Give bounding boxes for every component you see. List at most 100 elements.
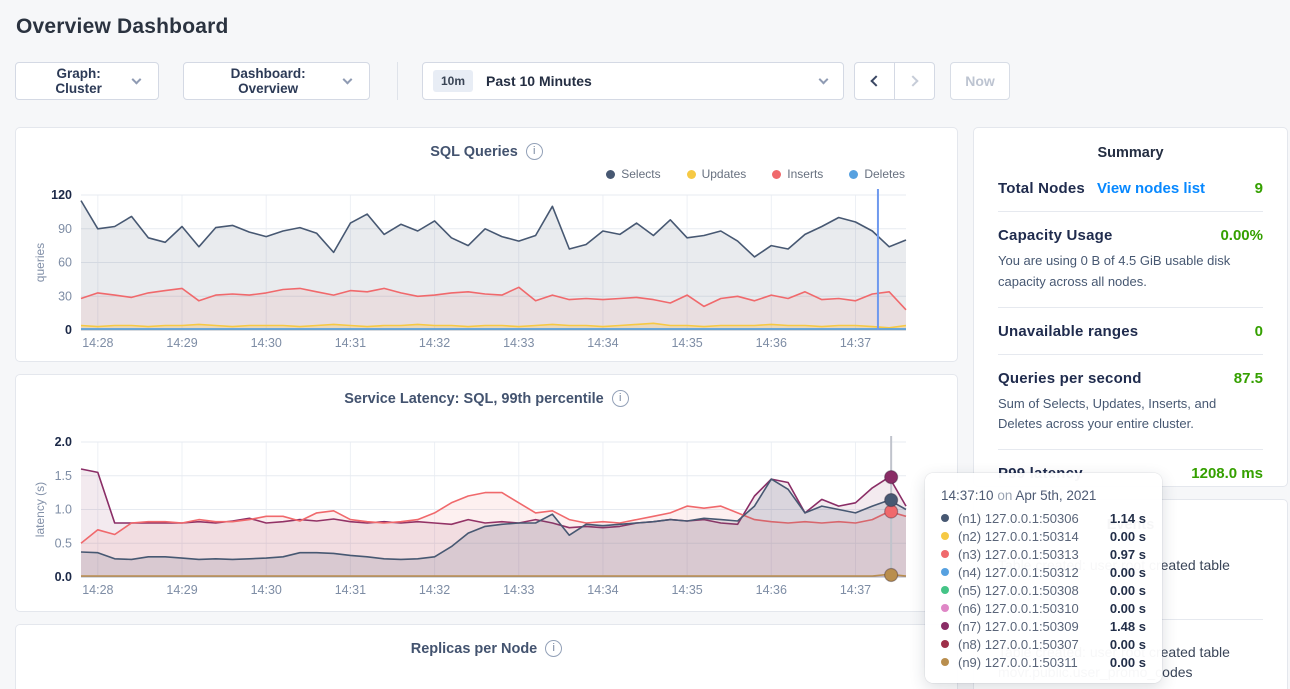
summary-row-subtext: Sum of Selects, Updates, Inserts, and De…: [998, 394, 1263, 436]
svg-text:14:32: 14:32: [419, 336, 450, 350]
tooltip-node-label: (n3) 127.0.0.1:50313: [958, 547, 1079, 562]
info-icon[interactable]: i: [545, 640, 562, 657]
svg-text:14:34: 14:34: [587, 336, 618, 350]
node-color-dot: [941, 568, 949, 576]
dashboard-selector-dropdown[interactable]: Dashboard: Overview: [183, 62, 370, 100]
svg-text:0.5: 0.5: [55, 536, 72, 550]
tooltip-node-row: (n2) 127.0.0.1:503140.00 s: [941, 527, 1146, 545]
tooltip-node-row: (n8) 127.0.0.1:50307 0.00 s: [941, 635, 1146, 653]
tooltip-conjunction: on: [997, 488, 1012, 503]
summary-row-label: Total Nodes: [998, 180, 1085, 197]
tooltip-node-row: (n4) 127.0.0.1:50312 0.00 s: [941, 563, 1146, 581]
info-icon[interactable]: i: [526, 143, 543, 160]
svg-text:14:32: 14:32: [419, 583, 450, 597]
replicas-chart-title: Replicas per Node: [411, 641, 538, 657]
svg-text:0.0: 0.0: [55, 570, 72, 584]
node-color-dot: [941, 586, 949, 594]
tooltip-node-value: 0.97 s: [1110, 547, 1146, 562]
node-color-dot: [941, 658, 949, 666]
summary-row-label: Unavailable ranges: [998, 323, 1138, 340]
tooltip-node-row: (n3) 127.0.0.1:50313 0.97 s: [941, 545, 1146, 563]
service-latency-title-row: Service Latency: SQL, 99th percentilei: [16, 375, 957, 397]
tooltip-node-value: 0.00 s: [1110, 637, 1146, 652]
summary-row-label: Capacity Usage: [998, 227, 1113, 244]
legend-label: Selects: [621, 167, 660, 181]
time-range-picker[interactable]: 10m Past 10 Minutes: [422, 62, 844, 100]
tooltip-node-value: 0.00 s: [1110, 529, 1146, 544]
chevron-down-icon: [819, 74, 829, 84]
legend-item-selects[interactable]: Selects: [606, 167, 660, 181]
svg-text:14:28: 14:28: [82, 583, 113, 597]
tooltip-node-label: (n6) 127.0.0.1:50310: [958, 601, 1079, 616]
svg-text:14:37: 14:37: [840, 583, 871, 597]
summary-rows: Total NodesView nodes list9Capacity Usag…: [998, 171, 1263, 496]
summary-row-value: 0: [1255, 323, 1263, 340]
node-color-dot: [941, 514, 949, 522]
svg-text:14:36: 14:36: [756, 336, 787, 350]
svg-text:14:30: 14:30: [251, 336, 282, 350]
tooltip-header: 14:37:10 on Apr 5th, 2021: [941, 488, 1146, 503]
summary-card: Summary Total NodesView nodes list9Capac…: [973, 127, 1288, 487]
toolbar-divider: [397, 62, 398, 100]
view-nodes-list-link[interactable]: View nodes list: [1097, 180, 1205, 197]
replicas-per-node-card: Replicas per Node i: [15, 624, 958, 689]
tooltip-node-label: (n9) 127.0.0.1:50311: [958, 655, 1078, 670]
tooltip-node-value: 0.00 s: [1110, 565, 1146, 580]
svg-text:14:35: 14:35: [671, 336, 702, 350]
legend-label: Inserts: [787, 167, 823, 181]
tooltip-node-row: (n5) 127.0.0.1:503080.00 s: [941, 581, 1146, 599]
now-button[interactable]: Now: [950, 62, 1010, 100]
legend-dot: [687, 170, 696, 179]
tooltip-node-label: (n8) 127.0.0.1:50307: [958, 637, 1079, 652]
svg-text:latency (s): latency (s): [33, 482, 47, 537]
graph-selector-label: Graph: Cluster: [34, 66, 123, 96]
tooltip-node-value: 1.48 s: [1110, 619, 1146, 634]
sql-queries-chart[interactable]: 14:2814:2914:3014:3114:3214:3314:3414:35…: [16, 183, 959, 361]
legend-item-inserts[interactable]: Inserts: [772, 167, 823, 181]
svg-text:14:33: 14:33: [503, 336, 534, 350]
sql-queries-card: SQL Queriesi SelectsUpdatesInsertsDelete…: [15, 127, 958, 362]
svg-text:0: 0: [65, 323, 72, 337]
service-latency-chart[interactable]: 14:2814:2914:3014:3114:3214:3314:3414:35…: [16, 430, 959, 608]
node-color-dot: [941, 550, 949, 558]
tooltip-node-label: (n1) 127.0.0.1:50306: [958, 511, 1079, 526]
summary-title: Summary: [998, 128, 1263, 171]
svg-text:60: 60: [58, 256, 72, 270]
legend-item-updates[interactable]: Updates: [687, 167, 747, 181]
tooltip-node-label: (n4) 127.0.0.1:50312: [958, 565, 1079, 580]
svg-text:120: 120: [51, 188, 72, 202]
svg-text:14:35: 14:35: [671, 583, 702, 597]
legend-item-deletes[interactable]: Deletes: [849, 167, 905, 181]
chevron-left-icon: [870, 75, 881, 86]
service-latency-chart-title: Service Latency: SQL, 99th percentile: [344, 391, 604, 407]
toolbar: Graph: Cluster Dashboard: Overview 10m P…: [15, 62, 1290, 100]
legend-label: Updates: [702, 167, 747, 181]
summary-row-subtext: You are using 0 B of 4.5 GiB usable disk…: [998, 251, 1263, 293]
time-range-badge: 10m: [433, 70, 473, 92]
time-forward-button[interactable]: [894, 62, 935, 100]
chevron-right-icon: [907, 75, 918, 86]
tooltip-date: Apr 5th, 2021: [1015, 488, 1096, 503]
svg-text:2.0: 2.0: [55, 435, 72, 449]
legend-dot: [772, 170, 781, 179]
tooltip-node-value: 0.00 s: [1110, 601, 1146, 616]
svg-text:14:34: 14:34: [587, 583, 618, 597]
svg-text:14:29: 14:29: [166, 583, 197, 597]
tooltip-time: 14:37:10: [941, 488, 994, 503]
summary-row: Capacity Usage0.00%You are using 0 B of …: [998, 211, 1263, 307]
info-icon[interactable]: i: [612, 390, 629, 407]
tooltip-node-value: 1.14 s: [1110, 511, 1146, 526]
svg-text:14:31: 14:31: [335, 336, 366, 350]
svg-text:14:30: 14:30: [251, 583, 282, 597]
svg-text:1.0: 1.0: [55, 503, 72, 517]
summary-row-label: Queries per second: [998, 370, 1142, 387]
service-latency-card: Service Latency: SQL, 99th percentilei 1…: [15, 374, 958, 612]
time-back-button[interactable]: [854, 62, 895, 100]
svg-text:30: 30: [58, 289, 72, 303]
svg-text:14:31: 14:31: [335, 583, 366, 597]
node-color-dot: [941, 604, 949, 612]
node-color-dot: [941, 532, 949, 540]
graph-selector-dropdown[interactable]: Graph: Cluster: [15, 62, 159, 100]
svg-text:1.5: 1.5: [55, 469, 72, 483]
chevron-down-icon: [343, 74, 353, 84]
